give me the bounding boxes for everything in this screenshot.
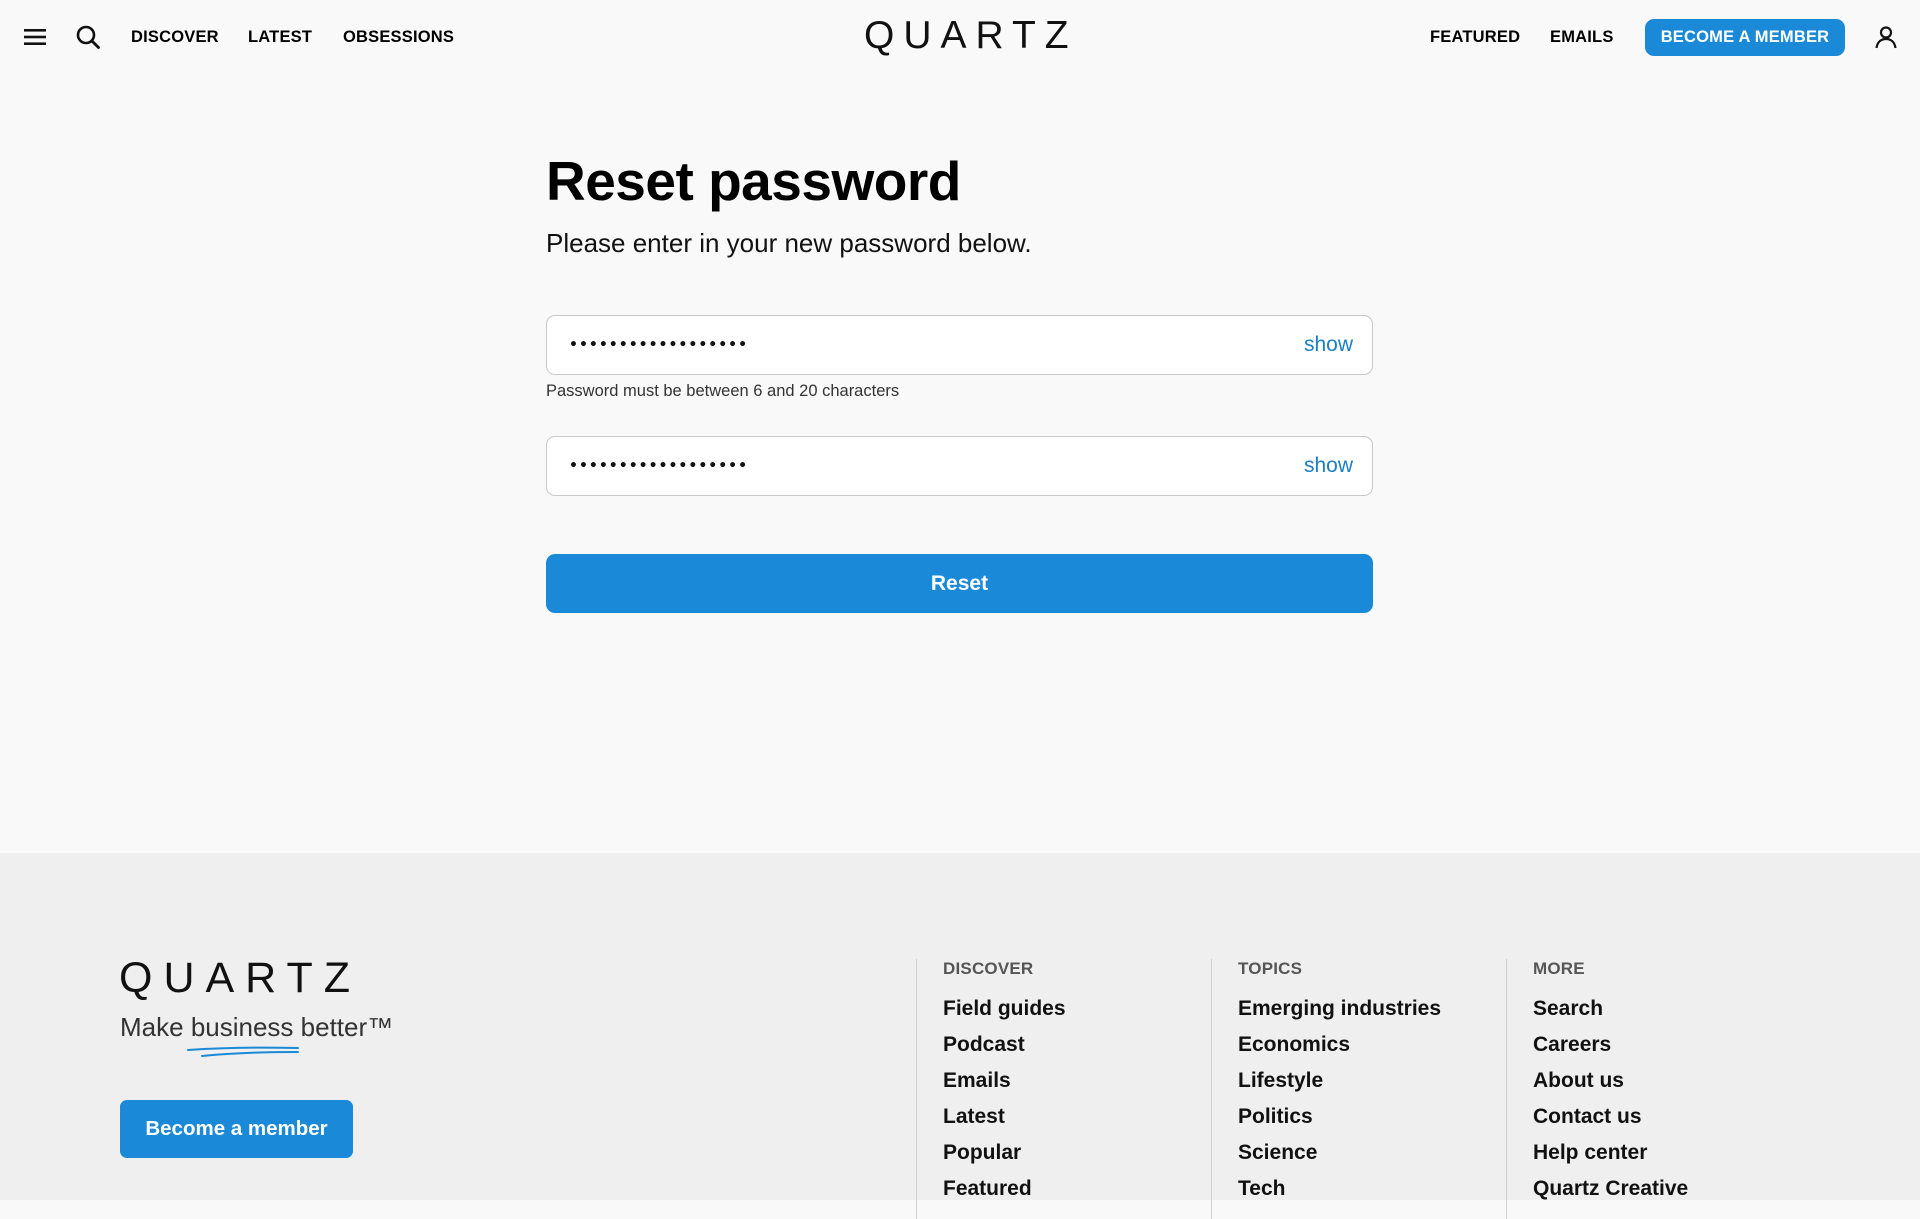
password-helper-text: Password must be between 6 and 20 charac… [546, 382, 900, 400]
reset-button[interactable]: Reset [546, 554, 1373, 613]
footer-column-discover: DISCOVER Field guides Podcast Emails Lat… [916, 959, 1066, 1219]
page-subtitle: Please enter in your new password below. [546, 228, 1032, 258]
nav-latest[interactable]: LATEST [248, 28, 312, 47]
footer-link[interactable]: Economics [1238, 1027, 1441, 1063]
footer-link[interactable]: Science [1238, 1135, 1441, 1171]
confirm-password-input[interactable] [567, 445, 1267, 487]
footer-link[interactable]: Lifestyle [1238, 1063, 1441, 1099]
footer-column-heading: TOPICS [1238, 959, 1303, 978]
footer-link[interactable]: Help center [1533, 1135, 1688, 1171]
footer-quartz-logo[interactable]: QUARTZ [119, 954, 361, 1003]
tagline-underline-icon [187, 1046, 299, 1057]
search-icon[interactable] [71, 20, 105, 54]
footer-link[interactable]: About us [1533, 1063, 1688, 1099]
footer-link[interactable]: Quartz Creative [1533, 1171, 1688, 1207]
footer-link[interactable]: Latest [943, 1099, 1066, 1135]
footer-tagline: Make business better™ [120, 1012, 393, 1043]
page-title: Reset password [546, 150, 961, 212]
nav-discover[interactable]: DISCOVER [131, 28, 219, 47]
footer-link[interactable]: Podcast [943, 1027, 1066, 1063]
menu-icon[interactable] [18, 20, 52, 54]
site-header: DISCOVER LATEST OBSESSIONS QUARTZ FEATUR… [0, 0, 1920, 75]
become-member-button[interactable]: BECOME A MEMBER [1645, 19, 1845, 56]
footer-column-heading: MORE [1533, 959, 1585, 978]
tagline-after: better™ [293, 1012, 394, 1042]
footer-become-member-button[interactable]: Become a member [120, 1100, 353, 1158]
footer-column-topics: TOPICS Emerging industries Economics Lif… [1211, 959, 1441, 1219]
site-footer: QUARTZ Make business better™ Become a me… [0, 853, 1920, 1219]
nav-emails[interactable]: EMAILS [1550, 28, 1614, 47]
footer-link[interactable]: Search [1533, 991, 1688, 1027]
show-password-toggle[interactable]: show [1304, 333, 1353, 357]
show-confirm-password-toggle[interactable]: show [1304, 454, 1353, 478]
footer-column-heading: DISCOVER [943, 959, 1034, 978]
footer-column-more: MORE Search Careers About us Contact us … [1506, 959, 1688, 1219]
nav-featured[interactable]: FEATURED [1430, 28, 1520, 47]
footer-link[interactable]: Emerging industries [1238, 991, 1441, 1027]
quartz-logo[interactable]: QUARTZ [864, 14, 1069, 58]
tagline-emphasis: business [190, 1012, 294, 1042]
tagline-before: Make [120, 1012, 191, 1042]
user-icon[interactable] [1869, 20, 1903, 54]
footer-link[interactable]: Tech [1238, 1171, 1441, 1207]
footer-link[interactable]: Featured [943, 1171, 1066, 1207]
confirm-password-field: show [546, 436, 1373, 496]
new-password-field: show [546, 315, 1373, 375]
new-password-input[interactable] [567, 324, 1267, 366]
footer-link[interactable]: Careers [1533, 1027, 1688, 1063]
footer-link[interactable]: Field guides [943, 991, 1066, 1027]
nav-obsessions[interactable]: OBSESSIONS [343, 28, 454, 47]
footer-link[interactable]: Contact us [1533, 1099, 1688, 1135]
footer-link[interactable]: Emails [943, 1063, 1066, 1099]
footer-link[interactable]: Popular [943, 1135, 1066, 1171]
footer-link[interactable]: Politics [1238, 1099, 1441, 1135]
